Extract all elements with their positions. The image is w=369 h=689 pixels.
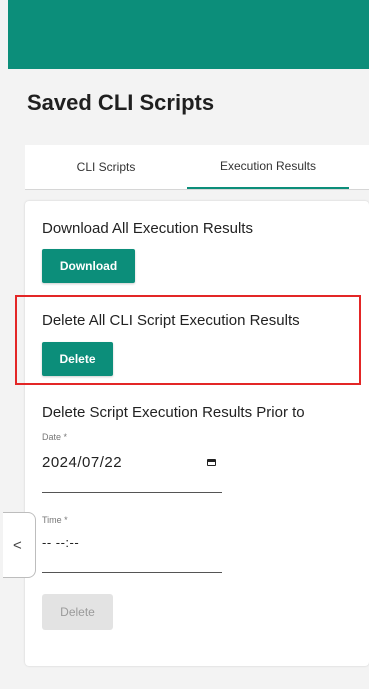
tab-label: Execution Results (219, 159, 317, 173)
download-button[interactable]: Download (42, 249, 135, 283)
tab-label: CLI Scripts (76, 160, 136, 174)
delete-prior-label: Delete Script Execution Results Prior to (42, 404, 305, 421)
date-field-underline (42, 492, 222, 493)
collapse-sidebar-toggle[interactable]: < (3, 512, 36, 578)
download-all-label: Download All Execution Results (42, 220, 253, 237)
top-app-bar (8, 0, 369, 69)
page-title: Saved CLI Scripts (27, 90, 215, 115)
date-field-label: Date * (42, 432, 68, 442)
time-input[interactable]: -- --:-- (42, 535, 79, 550)
time-field-underline (42, 572, 222, 573)
date-input[interactable]: 2024/07/22 (42, 454, 122, 471)
chevron-left-icon: < (13, 536, 22, 554)
time-field-label: Time * (42, 515, 68, 525)
tab-cli-scripts[interactable]: CLI Scripts (25, 145, 187, 189)
delete-prior-button: Delete (42, 594, 113, 630)
tab-execution-results[interactable]: Execution Results (187, 145, 349, 189)
calendar-icon[interactable] (207, 459, 216, 466)
highlight-box (15, 295, 361, 385)
tab-bar: CLI Scripts Execution Results (25, 145, 369, 190)
